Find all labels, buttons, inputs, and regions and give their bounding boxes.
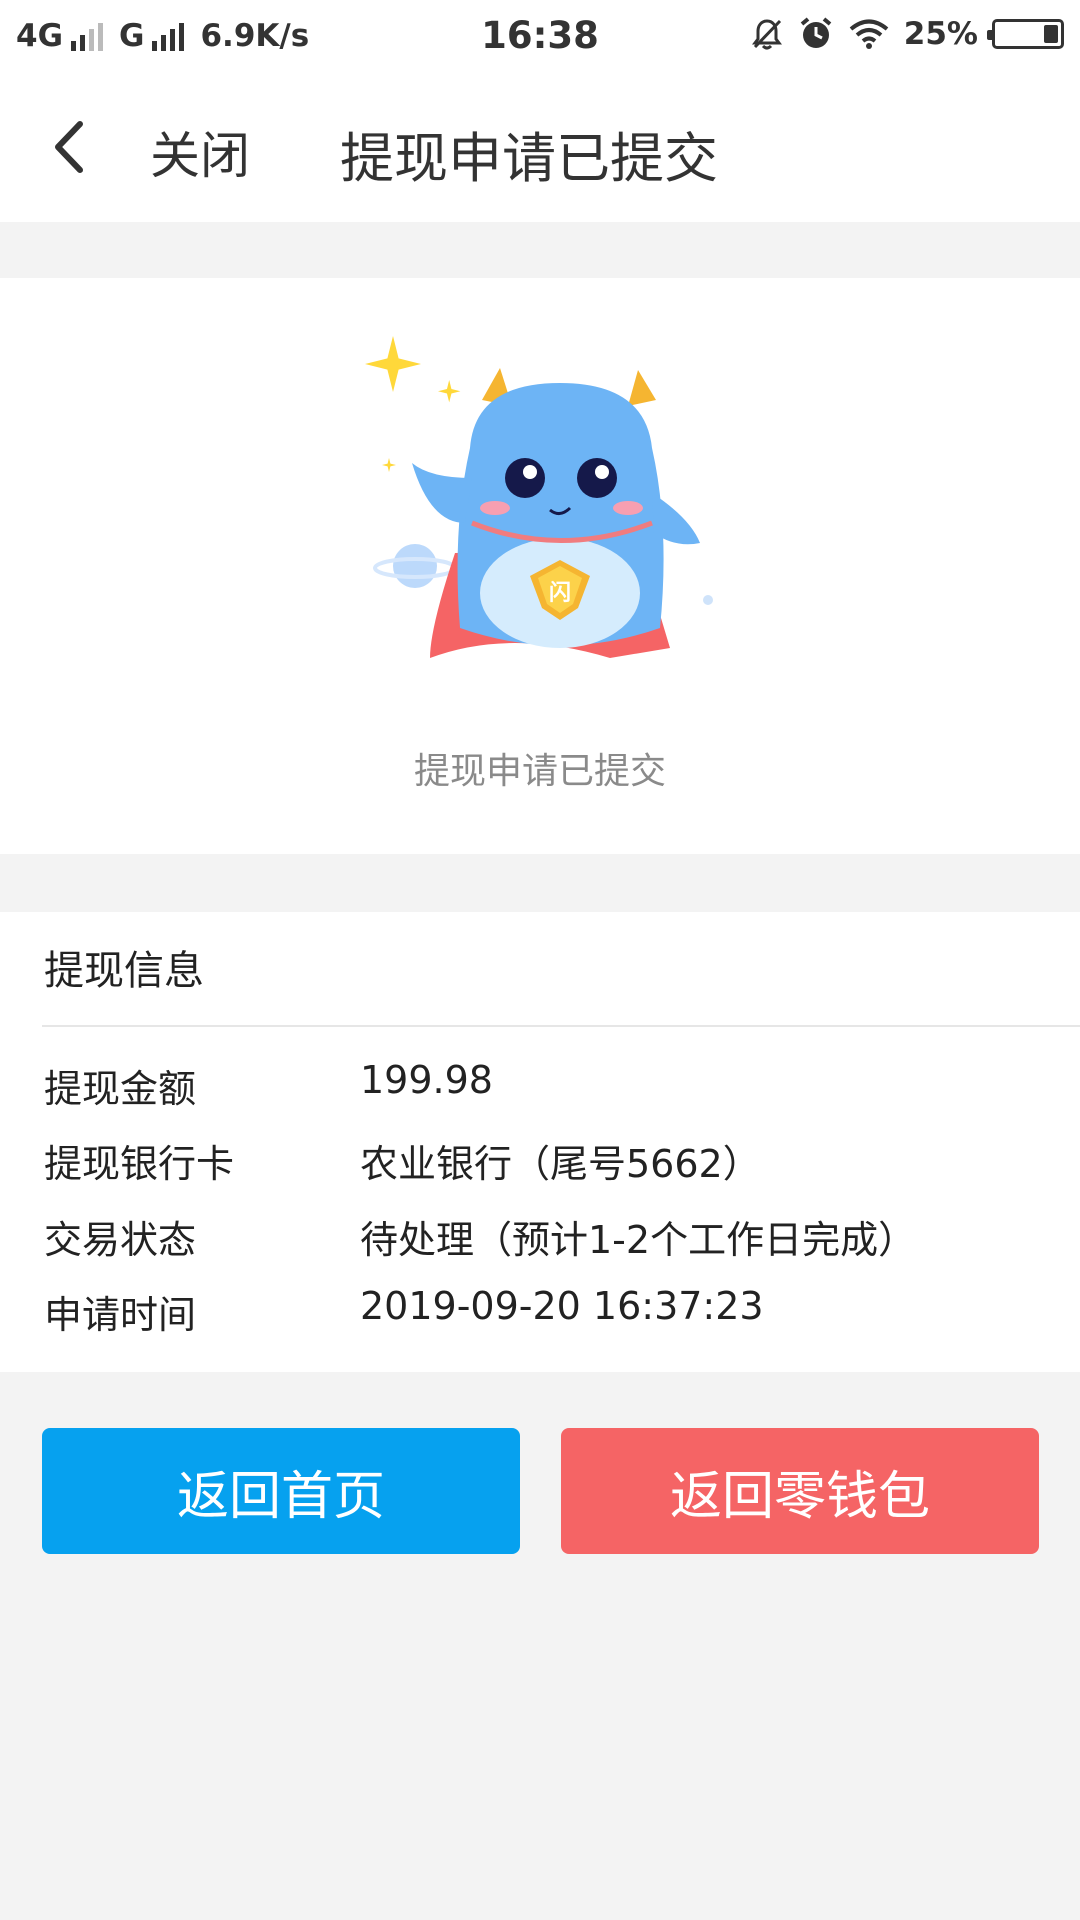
row-value: 农业银行（尾号5662） (360, 1142, 761, 1186)
signal-icon (152, 21, 185, 51)
network-speed: 6.9K/s (200, 18, 310, 54)
close-button[interactable]: 关闭 (150, 116, 250, 188)
info-row-time: 申请时间 2019-09-20 16:37:23 (0, 1278, 1080, 1338)
info-row-amount: 提现金额 199.98 (0, 1052, 1080, 1112)
info-row-status: 交易状态 待处理（预计1-2个工作日完成） (0, 1203, 1080, 1263)
back-button[interactable] (40, 112, 100, 182)
network-type-4g: 4G (16, 18, 64, 54)
back-to-home-button[interactable]: 返回首页 (42, 1428, 520, 1554)
status-bar-left: 4G G 6.9K/s (16, 18, 309, 54)
withdrawal-info-card: 提现信息 提现金额 199.98 提现银行卡 农业银行（尾号5662） 交易状态… (0, 912, 1080, 1372)
divider (42, 1025, 1080, 1027)
sparkle-icon (382, 458, 396, 472)
signal-icon (71, 21, 104, 51)
row-value: 2019-09-20 16:37:23 (360, 1284, 764, 1328)
info-row-bank-card: 提现银行卡 农业银行（尾号5662） (0, 1127, 1080, 1187)
sparkle-icon (365, 336, 421, 392)
row-label: 交易状态 (44, 1218, 197, 1262)
chevron-left-icon (55, 121, 83, 173)
row-label: 提现银行卡 (44, 1142, 235, 1186)
wifi-icon (849, 19, 889, 49)
row-value: 199.98 (360, 1058, 493, 1102)
back-to-wallet-button[interactable]: 返回零钱包 (561, 1428, 1039, 1554)
top-nav-bar: 关闭 提现申请已提交 (0, 74, 1080, 222)
row-value: 待处理（预计1-2个工作日完成） (360, 1218, 917, 1262)
success-card: 闪 提现申请已提交 (0, 278, 1080, 854)
section-title: 提现信息 (44, 948, 204, 994)
page-title: 提现申请已提交 (340, 127, 718, 190)
svg-text:闪: 闪 (549, 581, 571, 606)
row-label: 申请时间 (44, 1293, 197, 1337)
battery-percent: 25% (903, 16, 978, 52)
mute-bell-icon (751, 19, 782, 50)
success-message: 提现申请已提交 (413, 751, 666, 792)
status-bar: 4G G 6.9K/s 16:38 25% (0, 0, 1080, 74)
row-label: 提现金额 (44, 1067, 197, 1111)
network-type-g: G (119, 18, 145, 54)
mascot-illustration: 闪 (365, 336, 713, 658)
alarm-icon (800, 17, 832, 48)
sparkle-icon (438, 380, 461, 403)
battery-icon (987, 19, 1064, 49)
status-bar-right: 25% (750, 16, 1064, 52)
